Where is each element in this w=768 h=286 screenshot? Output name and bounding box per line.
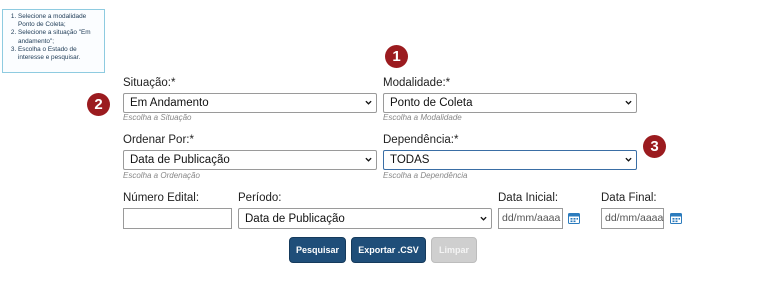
numero-edital-label: Número Edital:: [123, 192, 200, 204]
ordenar-selected-value: Data de Publicação: [130, 154, 230, 166]
periodo-select[interactable]: Data de Publicação: [238, 208, 492, 229]
situacao-label: Situação:*: [123, 77, 176, 89]
dependencia-selected-value: TODAS: [390, 154, 430, 166]
ordenar-label: Ordenar Por:*: [123, 134, 194, 146]
chevron-down-icon: [365, 157, 372, 162]
instruction-item: Escolha o Estado de interesse e pesquisa…: [18, 46, 100, 62]
situacao-hint: Escolha a Situação: [123, 113, 192, 122]
instructions-box: Selecione a modalidade Ponto de Coleta; …: [2, 9, 105, 73]
chevron-down-icon: [625, 100, 632, 105]
pesquisar-button[interactable]: Pesquisar: [289, 237, 346, 263]
situacao-selected-value: Em Andamento: [130, 97, 209, 109]
dependencia-hint: Escolha a Dependência: [383, 171, 468, 180]
modalidade-hint: Escolha a Modalidade: [383, 113, 462, 122]
dependencia-select[interactable]: TODAS: [383, 150, 637, 170]
data-inicial-input[interactable]: dd/mm/aaaa: [498, 208, 563, 229]
numero-edital-input[interactable]: [123, 208, 232, 229]
data-final-input[interactable]: dd/mm/aaaa: [601, 208, 664, 229]
situacao-select[interactable]: Em Andamento: [123, 93, 377, 113]
instruction-item: Selecione a modalidade Ponto de Coleta;: [18, 13, 100, 29]
limpar-button[interactable]: Limpar: [431, 237, 477, 263]
dependencia-label: Dependência:*: [383, 134, 459, 146]
ordenar-select[interactable]: Data de Publicação: [123, 150, 377, 170]
instructions-list: Selecione a modalidade Ponto de Coleta; …: [9, 13, 100, 62]
step-marker-3: 3: [643, 135, 666, 158]
instruction-item: Selecione a situação "Em andamento";: [18, 29, 100, 45]
ordenar-hint: Escolha a Ordenação: [123, 171, 200, 180]
modalidade-selected-value: Ponto de Coleta: [390, 97, 473, 109]
calendar-icon[interactable]: [670, 212, 682, 224]
step-marker-1: 1: [385, 45, 408, 68]
step-marker-2: 2: [87, 93, 110, 116]
data-inicial-label: Data Inicial:: [498, 192, 559, 204]
exportar-csv-button[interactable]: Exportar .CSV: [351, 237, 426, 263]
chevron-down-icon: [625, 157, 632, 162]
periodo-label: Período:: [238, 192, 282, 204]
periodo-selected-value: Data de Publicação: [245, 213, 345, 225]
chevron-down-icon: [480, 216, 487, 221]
modalidade-select[interactable]: Ponto de Coleta: [383, 93, 637, 113]
chevron-down-icon: [365, 100, 372, 105]
calendar-icon[interactable]: [568, 212, 580, 224]
modalidade-label: Modalidade:*: [383, 77, 451, 89]
data-final-label: Data Final:: [601, 192, 657, 204]
